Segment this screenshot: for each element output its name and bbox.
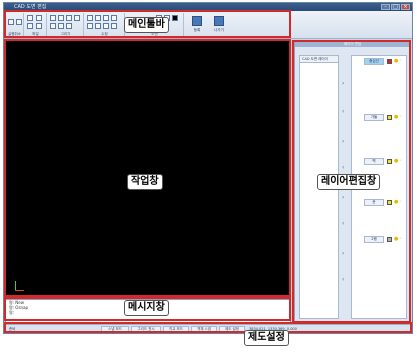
status-ready: 준비	[9, 327, 16, 331]
freeze-icon[interactable]: ◦	[399, 58, 402, 65]
polyline-icon[interactable]	[58, 15, 64, 21]
ucs-axis-icon	[13, 281, 24, 293]
exit-icon	[214, 16, 224, 26]
app-window: CAD 도면 편집 – □ × 실행취소 파일 그리기 수정 도면 등록 나가기…	[3, 2, 413, 334]
layer-row[interactable]: 가둘 ● ◦	[364, 114, 404, 121]
cad-layer-list-header: CAD 도면 레이어	[300, 56, 338, 63]
freeze-icon[interactable]: ◦	[399, 158, 402, 165]
new-file-icon[interactable]	[27, 15, 33, 21]
chevron-left-icon[interactable]: ‹	[342, 277, 344, 283]
chevron-left-icon[interactable]: ‹	[342, 221, 344, 227]
toolbar-group-undo: 실행취소	[6, 13, 24, 37]
register-button[interactable]: 등록	[189, 16, 205, 37]
drafting-settings-button[interactable]: 제도 설정	[219, 326, 245, 333]
toolbar-group-label: 파일	[32, 32, 39, 36]
minimize-button[interactable]: –	[381, 4, 390, 10]
maximize-button[interactable]: □	[391, 4, 400, 10]
trim-icon[interactable]	[87, 23, 93, 29]
toolbar-group-modify: 수정	[85, 13, 125, 37]
chevron-right-icon[interactable]: ›	[342, 81, 344, 87]
layer-row[interactable]: 벽 ● ◦	[364, 158, 404, 165]
toolbar-group-file: 파일	[25, 13, 47, 37]
save-icon[interactable]	[27, 23, 33, 29]
line-icon[interactable]	[50, 15, 56, 21]
layer-panel-title: 레이어 편집	[295, 41, 410, 47]
callout-layer-editor: 레이어편집창	[317, 174, 381, 190]
chevron-right-icon[interactable]: ›	[342, 195, 344, 201]
freeze-icon[interactable]: ◦	[399, 236, 402, 243]
layer-name: 중심선	[364, 58, 384, 65]
circle-icon[interactable]	[74, 15, 80, 21]
callout-drafting-settings: 제도설정	[244, 330, 289, 346]
ortho-mode-button[interactable]: 직교 모드	[163, 326, 189, 333]
toolbar-group-draw: 그리기	[48, 13, 84, 37]
freeze-icon[interactable]: ◦	[399, 114, 402, 121]
callout-workspace: 작업창	[127, 174, 163, 190]
exit-button[interactable]: 나가기	[211, 16, 227, 37]
object-snap-button[interactable]: 객체 스냅	[191, 326, 217, 333]
layer-name: 가둘	[364, 114, 384, 121]
callout-message-window: 메시지창	[124, 300, 169, 316]
chevron-right-icon[interactable]: ›	[342, 139, 344, 145]
bulb-icon[interactable]: ●	[394, 236, 398, 243]
rotate-icon[interactable]	[103, 15, 109, 21]
hatch-icon[interactable]	[66, 23, 72, 29]
extend-icon[interactable]	[95, 23, 101, 29]
color-swatch-icon[interactable]	[172, 15, 178, 21]
title-bar: CAD 도면 편집 – □ ×	[4, 3, 412, 11]
snap-mode-button[interactable]: 스냅 모드	[101, 326, 129, 333]
move-icon[interactable]	[87, 15, 93, 21]
bulb-icon[interactable]: ●	[394, 114, 398, 121]
chevron-left-icon[interactable]: ‹	[342, 109, 344, 115]
layer-color-swatch[interactable]	[387, 115, 392, 120]
rectangle-icon[interactable]	[66, 15, 72, 21]
text-icon[interactable]	[58, 23, 64, 29]
layer-color-swatch[interactable]	[387, 200, 392, 205]
grid-display-button[interactable]: 그리드 표시	[131, 326, 161, 333]
layer-name: 문	[364, 199, 384, 206]
print-icon[interactable]	[36, 23, 42, 29]
register-label: 등록	[193, 28, 201, 32]
offset-icon[interactable]	[103, 23, 109, 29]
drawing-canvas[interactable]	[5, 40, 291, 298]
copy-icon[interactable]	[95, 15, 101, 21]
scale-icon[interactable]	[111, 15, 117, 21]
arc-icon[interactable]	[50, 23, 56, 29]
layer-color-swatch[interactable]	[387, 159, 392, 164]
redo-icon[interactable]	[16, 19, 22, 25]
layer-color-swatch[interactable]	[387, 59, 392, 64]
layer-row[interactable]: 중심선 ● ◦	[364, 58, 404, 65]
chevron-left-icon[interactable]: ‹	[342, 165, 344, 171]
toolbar-group-label: 그리기	[60, 32, 71, 36]
open-file-icon[interactable]	[36, 15, 42, 21]
toolbar-group-export: 등록 나가기	[185, 13, 233, 37]
status-bar: 준비 스냅 모드 그리드 표시 직교 모드 객체 스냅 제도 설정 3834.0…	[5, 324, 411, 333]
register-icon	[192, 16, 202, 26]
bulb-icon[interactable]: ●	[394, 58, 398, 65]
undo-icon[interactable]	[8, 19, 14, 25]
layer-name: 2행	[364, 236, 384, 243]
callout-main-toolbar: 메인툴바	[124, 17, 169, 33]
layer-color-swatch[interactable]	[387, 237, 392, 242]
close-button[interactable]: ×	[401, 4, 410, 10]
freeze-icon[interactable]: ◦	[399, 199, 402, 206]
layer-row[interactable]: 2행 ● ◦	[364, 236, 404, 243]
exit-label: 나가기	[214, 28, 224, 32]
layer-name: 벽	[364, 158, 384, 165]
bulb-icon[interactable]: ●	[394, 158, 398, 165]
erase-icon[interactable]	[111, 23, 117, 29]
bulb-icon[interactable]: ●	[394, 199, 398, 206]
main-toolbar: 실행취소 파일 그리기 수정 도면 등록 나가기	[4, 11, 412, 39]
chevron-right-icon[interactable]: ›	[342, 251, 344, 257]
toolbar-group-label: 실행취소	[8, 32, 21, 36]
window-title: CAD 도면 편집	[14, 4, 47, 10]
layer-row[interactable]: 문 ● ◦	[364, 199, 404, 206]
toolbar-group-label: 수정	[101, 32, 108, 36]
